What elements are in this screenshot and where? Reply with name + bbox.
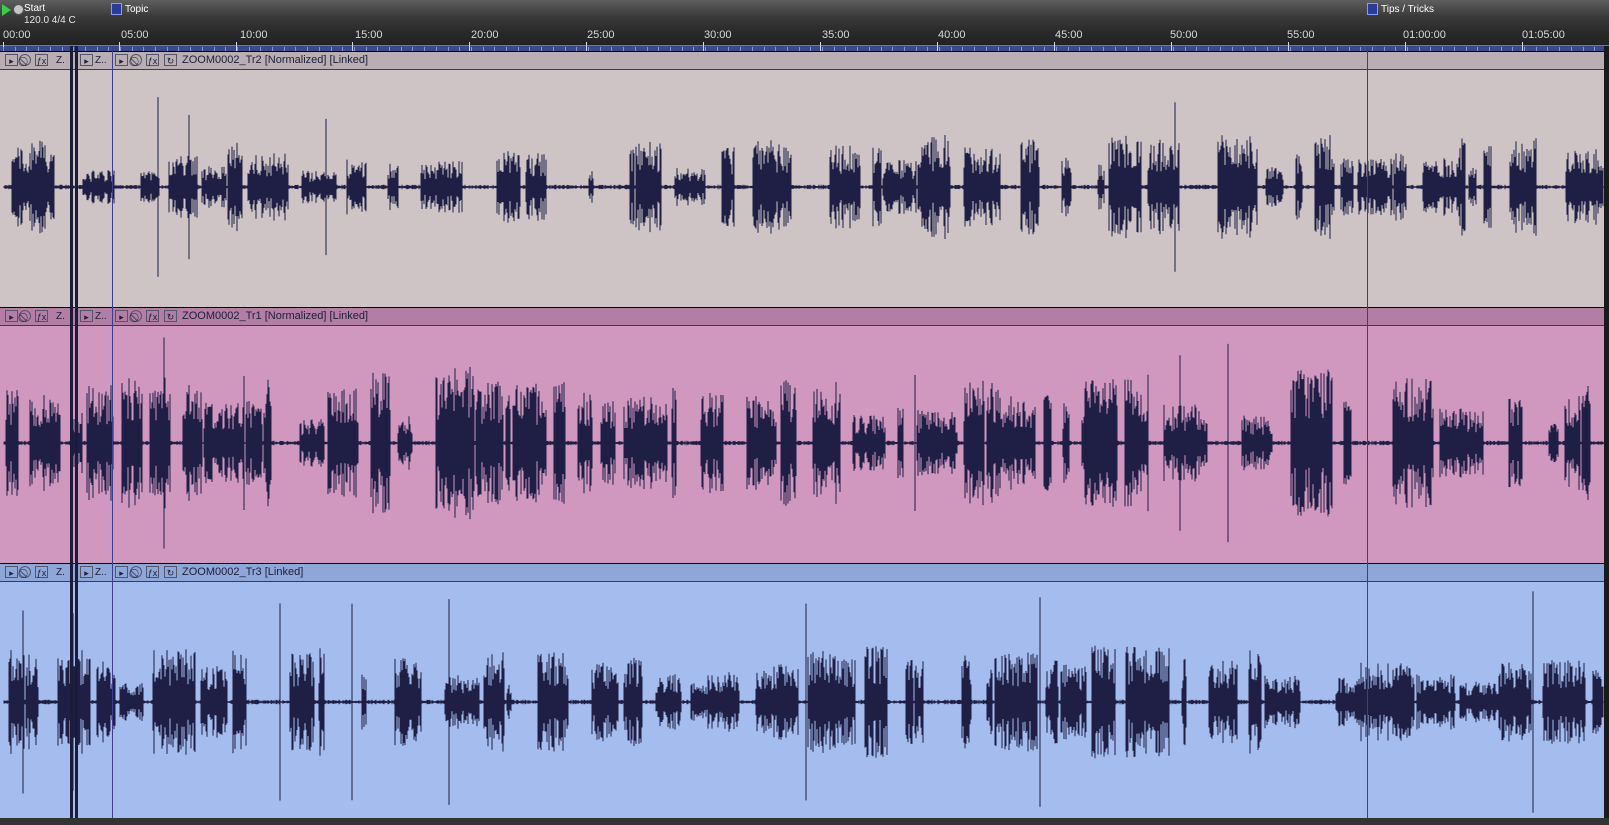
marker-flag-icon: [1367, 3, 1378, 15]
ruler-tick-label: 01:00:00: [1403, 29, 1446, 41]
audio-editor-timeline: Start 120.0 4/4 C Topic Tips / Tricks 00…: [0, 0, 1609, 825]
ruler-tick-label: 30:00: [704, 29, 732, 41]
marker-flag-icon: [111, 3, 122, 15]
ruler-tick-label: 35:00: [822, 29, 850, 41]
ruler-tick-label: 05:00: [121, 29, 149, 41]
ruler-tick-label: 55:00: [1287, 29, 1315, 41]
play-icon[interactable]: [2, 4, 11, 16]
ruler-tick-label: 10:00: [240, 29, 268, 41]
ruler-tick-label: 25:00: [587, 29, 615, 41]
marker-topic[interactable]: Topic: [111, 2, 148, 16]
clock-icon: [13, 4, 24, 15]
tempo-signature: 120.0 4/4 C: [24, 15, 76, 26]
ruler-tick-label: 50:00: [1170, 29, 1198, 41]
selection-edge-left[interactable]: [70, 46, 73, 825]
marker-tips-tricks[interactable]: Tips / Tricks: [1367, 2, 1434, 16]
marker-label: Topic: [125, 3, 149, 15]
ruler-tick-label: 00:00: [3, 29, 31, 41]
ruler-tick-label: 45:00: [1055, 29, 1083, 41]
ruler-tick-label: 20:00: [471, 29, 499, 41]
ruler-tick-label: 40:00: [938, 29, 966, 41]
marker-label: Tips / Tricks: [1381, 3, 1434, 15]
ruler-tick-label: 15:00: [355, 29, 383, 41]
ruler-tick-label: 01:05:00: [1522, 29, 1565, 41]
marker-line-tips-tricks: [1367, 46, 1368, 825]
vertical-scrollbar[interactable]: [1604, 46, 1609, 818]
start-marker-label: Start: [24, 3, 46, 14]
marker-line-topic: [112, 46, 113, 825]
selection-edge-right[interactable]: [75, 46, 78, 825]
horizontal-scrollbar[interactable]: [0, 818, 1609, 825]
